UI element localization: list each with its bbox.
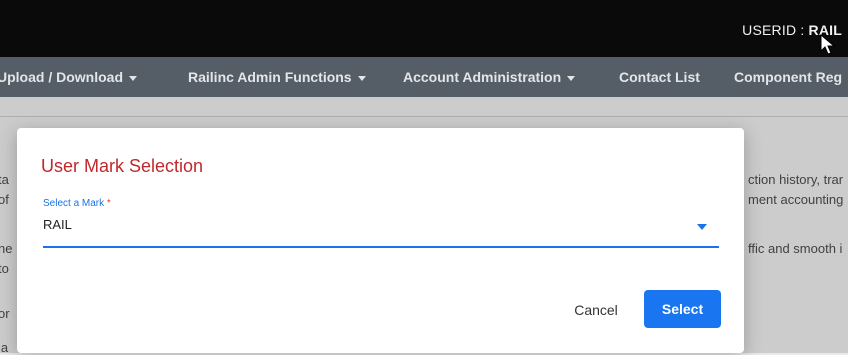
required-marker: * [106,198,111,209]
selected-mark-value: RAIL [43,217,72,232]
nav-item-label: Upload / Download [0,69,123,85]
user-mark-selection-dialog: User Mark Selection Select a Mark * RAIL… [17,128,744,353]
nav-item-component-registry[interactable]: Component Reg [734,57,842,97]
mouse-cursor-icon [820,34,836,55]
field-label-text: Select a Mark [43,198,105,209]
caret-down-icon [129,75,137,81]
top-header-bar: USERID : RAIL [0,0,848,57]
dialog-title: User Mark Selection [41,156,204,176]
select-button[interactable]: Select [644,290,721,328]
caret-down-icon [567,75,576,81]
caret-down-icon [357,75,366,81]
nav-item-label: Railinc Admin Functions [188,69,352,85]
nav-item-account-administration[interactable]: Account Administration [403,57,576,97]
nav-item-upload-download[interactable]: Upload / Download [0,57,137,97]
mark-select-dropdown[interactable]: RAIL [43,210,719,248]
select-mark-label: Select a Mark * [43,198,111,209]
nav-item-label: Contact List [619,69,700,85]
nav-item-contact-list[interactable]: Contact List [619,57,700,97]
nav-item-railinc-admin[interactable]: Railinc Admin Functions [188,57,366,97]
main-nav-bar: Upload / Download Railinc Admin Function… [0,57,848,97]
nav-item-label: Account Administration [403,69,562,85]
userid-label: USERID : [742,22,809,38]
nav-item-label: Component Reg [734,69,843,85]
cancel-button[interactable]: Cancel [562,292,630,328]
dropdown-arrow-icon[interactable] [697,224,707,230]
